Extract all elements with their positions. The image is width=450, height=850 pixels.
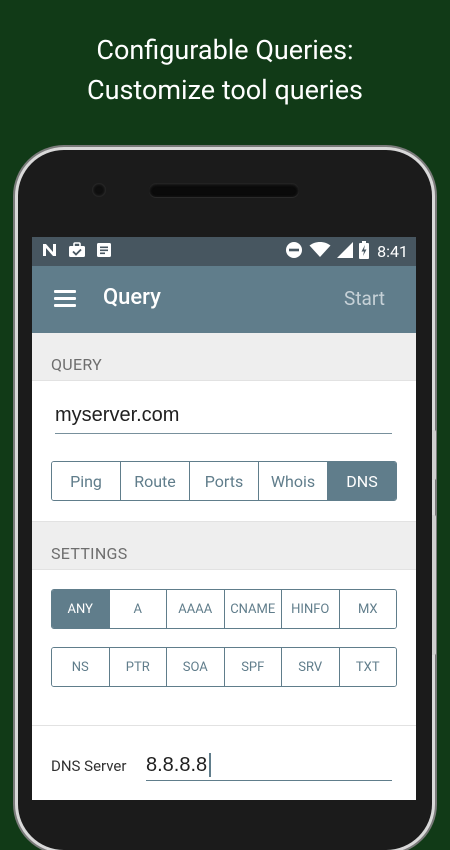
app-bar: Query Start [32,266,416,333]
record-type-row-1: ANY A AAAA CNAME HINFO MX [51,589,397,629]
promo-headline: Configurable Queries: Customize tool que… [0,30,450,110]
page-title: Query [103,285,161,310]
power-button [432,515,436,655]
battery-charging-icon [359,240,370,263]
query-card: Ping Route Ports Whois DNS [32,380,416,522]
record-type-aaaa[interactable]: AAAA [167,590,225,628]
dns-server-card: DNS Server [32,726,416,800]
tool-option-dns[interactable]: DNS [328,462,396,500]
start-button[interactable]: Start [344,287,385,310]
briefcase-check-icon [68,241,86,262]
record-type-mx[interactable]: MX [339,590,396,628]
record-type-soa[interactable]: SOA [167,648,225,686]
promo-line-1: Configurable Queries: [96,34,354,66]
document-icon [96,242,112,262]
tool-option-ping[interactable]: Ping [52,462,121,500]
dns-server-input[interactable] [146,750,392,781]
signal-icon [337,241,354,262]
earpiece-speaker [149,183,299,197]
app-screen: 8:41 Query Start QUERY Ping Route Ports … [32,237,416,800]
dnd-icon [285,241,303,263]
dns-server-label: DNS Server [51,757,127,775]
status-time: 8:41 [377,242,408,261]
text-cursor [209,753,211,777]
menu-icon[interactable] [54,290,76,308]
record-type-ns[interactable]: NS [52,648,110,686]
status-bar: 8:41 [32,237,416,266]
record-type-a[interactable]: A [109,590,167,628]
host-input[interactable] [55,399,392,434]
record-type-hinfo[interactable]: HINFO [282,590,340,628]
promo-line-2: Customize tool queries [87,74,363,106]
tool-selector: Ping Route Ports Whois DNS [51,461,397,501]
wifi-icon [309,241,331,262]
record-type-row-2: NS PTR SOA SPF SRV TXT [51,647,397,687]
query-section-label: QUERY [32,333,416,380]
record-type-ptr[interactable]: PTR [109,648,167,686]
tool-option-route[interactable]: Route [121,462,190,500]
settings-section-label: SETTINGS [32,522,416,569]
record-type-any[interactable]: ANY [52,590,110,628]
tool-option-whois[interactable]: Whois [259,462,328,500]
record-type-spf[interactable]: SPF [224,648,282,686]
tool-option-ports[interactable]: Ports [190,462,259,500]
record-type-txt[interactable]: TXT [339,648,396,686]
record-type-cname[interactable]: CNAME [224,590,282,628]
volume-button [432,430,436,480]
front-camera [92,183,106,197]
settings-card: ANY A AAAA CNAME HINFO MX NS PTR SOA SPF… [32,569,416,726]
n-icon [42,242,58,261]
record-type-srv[interactable]: SRV [282,648,340,686]
